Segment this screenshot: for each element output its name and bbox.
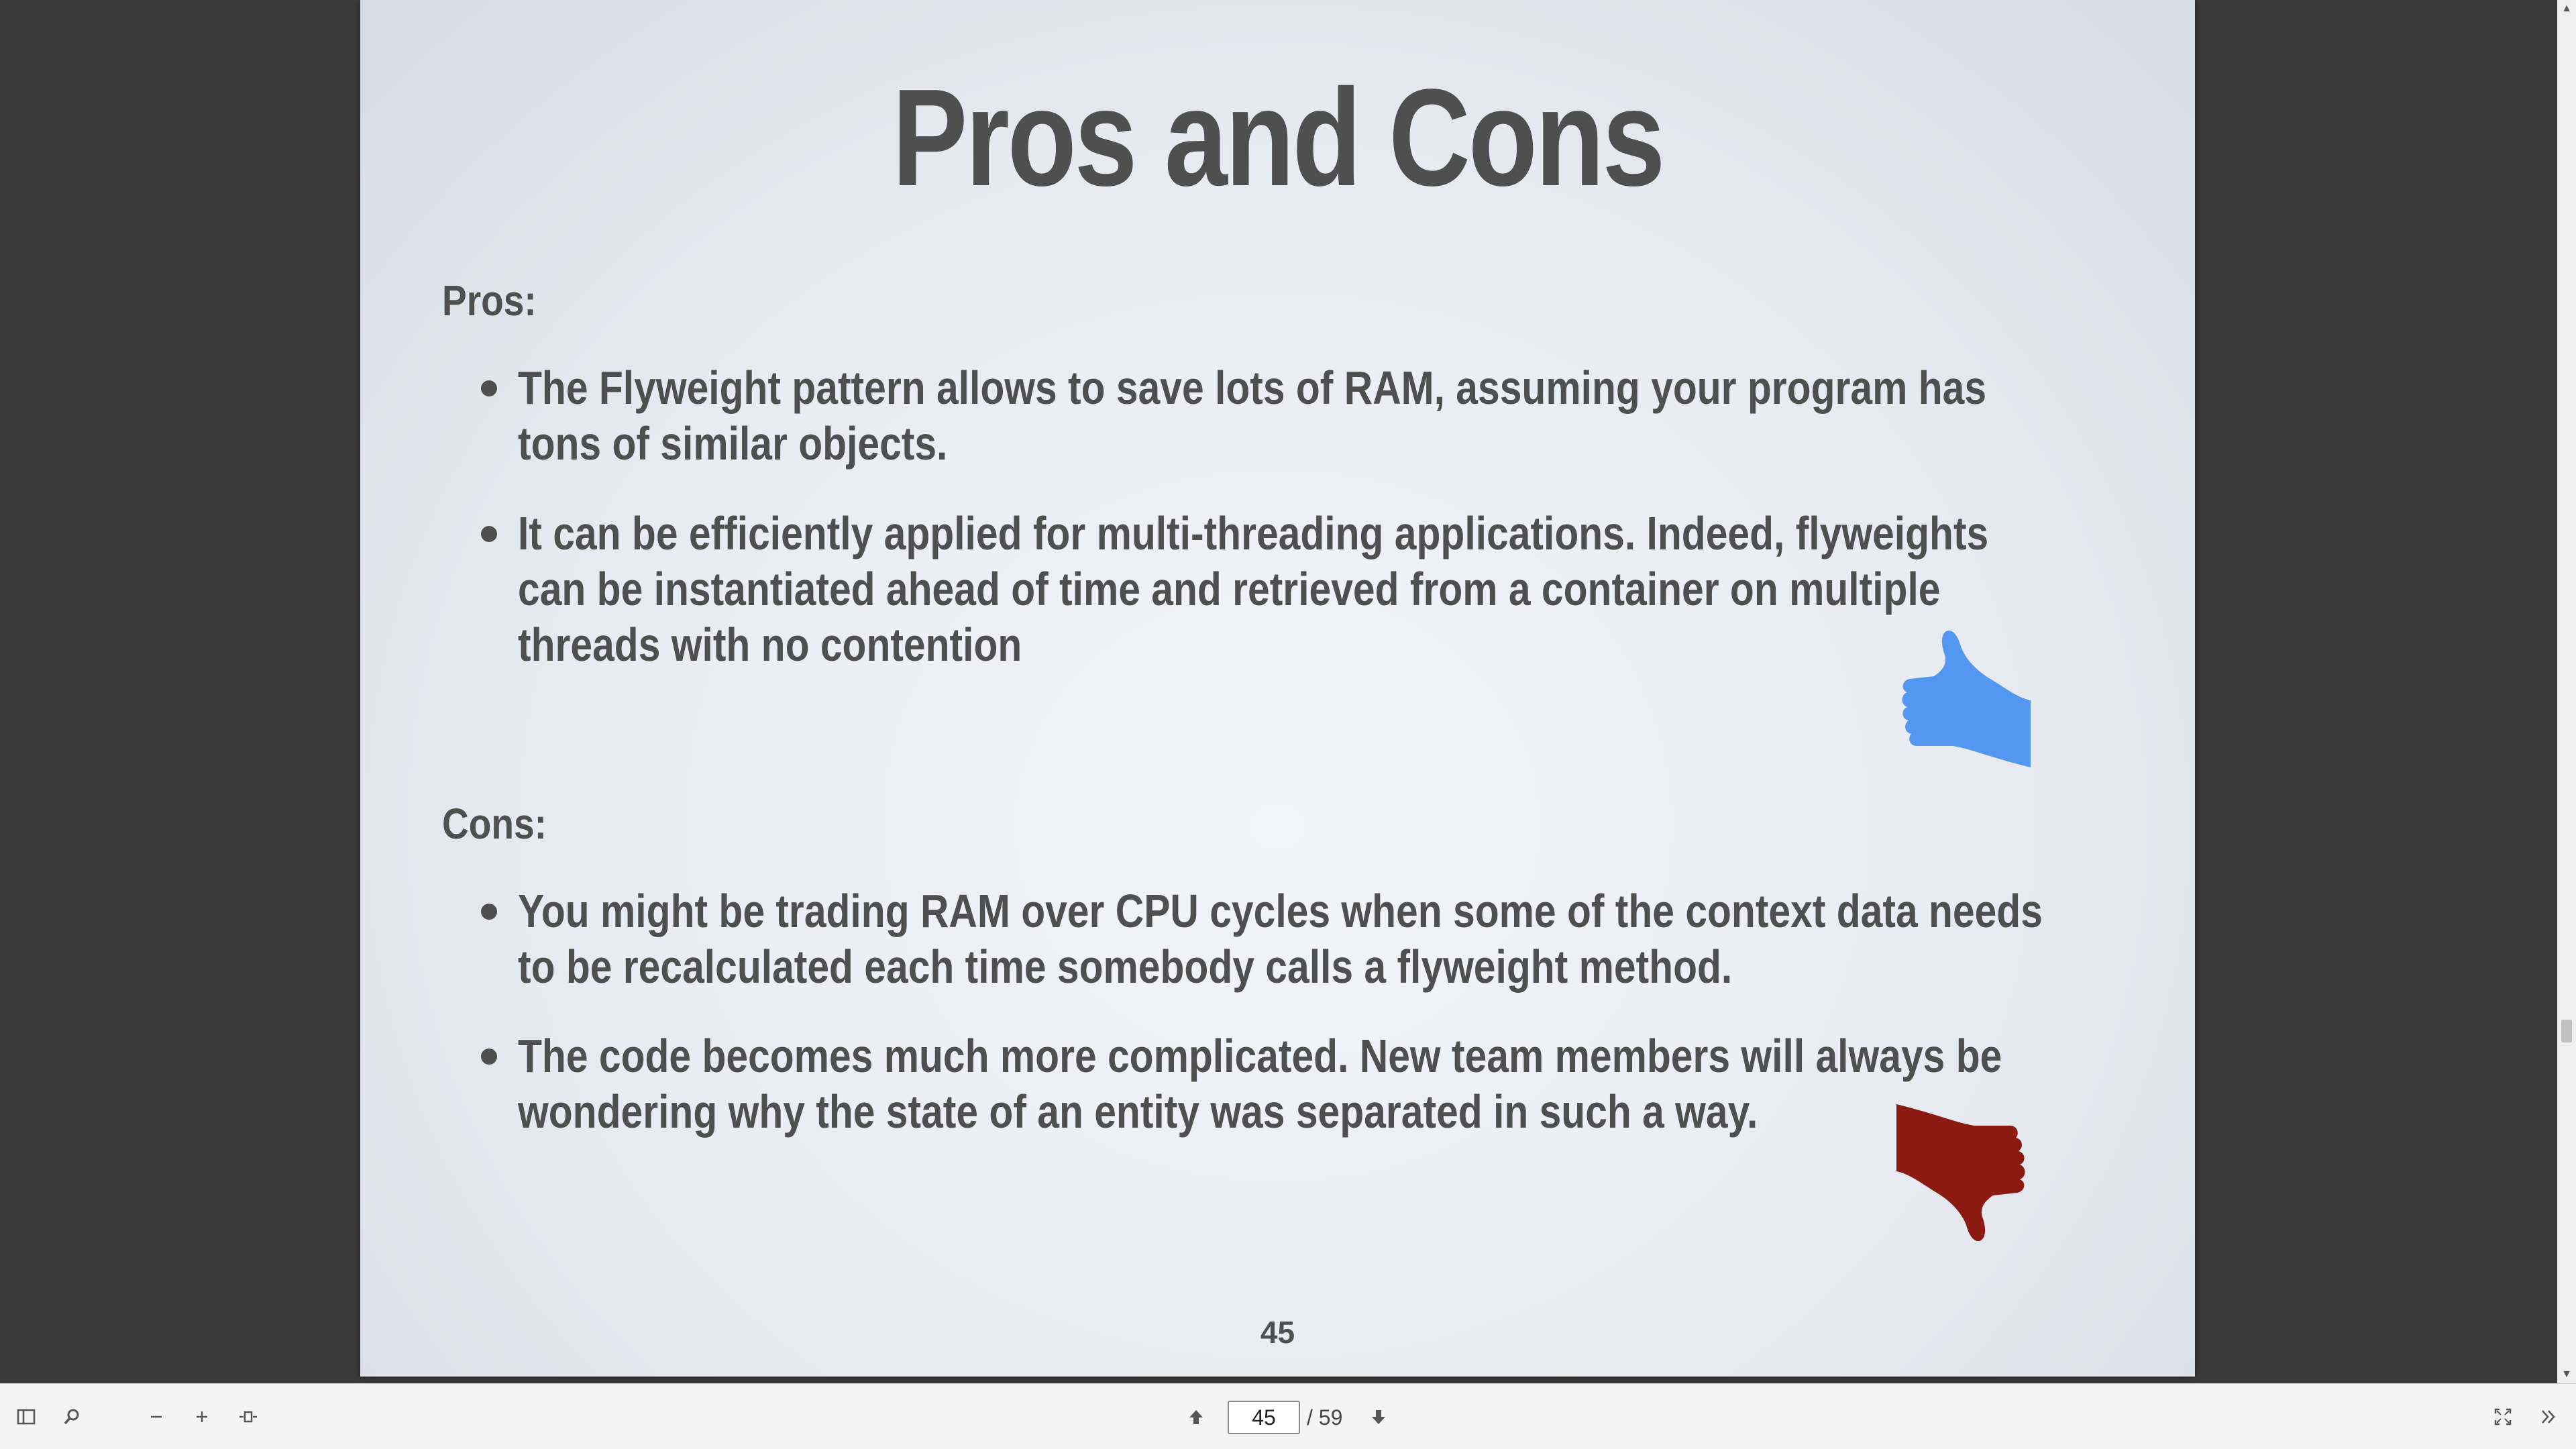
bullet-icon [481,1049,497,1065]
vertical-scrollbar[interactable]: ▲ ▼ [2557,0,2576,1383]
double-chevron-right-icon[interactable] [2532,1400,2565,1434]
scroll-up-arrow-icon[interactable]: ▲ [2557,0,2576,17]
document-viewer[interactable]: Pros and Cons Pros: The Flyweight patter… [0,0,2576,1383]
thumbs-down-icon [1896,1100,2031,1242]
thumbs-up-icon [1896,630,2031,771]
cons-heading: Cons: [442,800,547,848]
bullet-icon [481,380,497,396]
bullet-text: The Flyweight pattern allows to save lot… [518,362,1987,470]
search-icon[interactable] [55,1400,89,1434]
slide-title: Pros and Cons [892,60,1666,215]
bullet-icon [481,526,497,542]
bullet-icon [481,904,497,920]
fullscreen-icon[interactable] [2486,1400,2520,1434]
bullet-text: The code becomes much more complicated. … [518,1030,2002,1138]
bullet-text: You might be trading RAM over CPU cycles… [518,885,2043,993]
page-total-label: / 59 [1307,1405,1343,1430]
viewer-toolbar: / 59 [0,1383,2576,1449]
bullet-text: It can be efficiently applied for multi-… [518,507,1989,671]
zoom-out-icon[interactable] [140,1400,173,1434]
previous-page-arrow-up-icon[interactable] [1179,1400,1213,1434]
next-page-arrow-down-icon[interactable] [1362,1400,1395,1434]
scroll-down-arrow-icon[interactable]: ▼ [2557,1366,2576,1383]
pros-heading: Pros: [442,276,537,325]
fit-width-icon[interactable] [231,1400,265,1434]
slide-number: 45 [1260,1315,1295,1350]
scrollbar-thumb[interactable] [2561,1020,2572,1042]
zoom-in-icon[interactable] [185,1400,219,1434]
sidebar-toggle-icon[interactable] [9,1400,43,1434]
page-number-input[interactable] [1228,1401,1300,1434]
slide-page: Pros and Cons Pros: The Flyweight patter… [360,0,2195,1377]
